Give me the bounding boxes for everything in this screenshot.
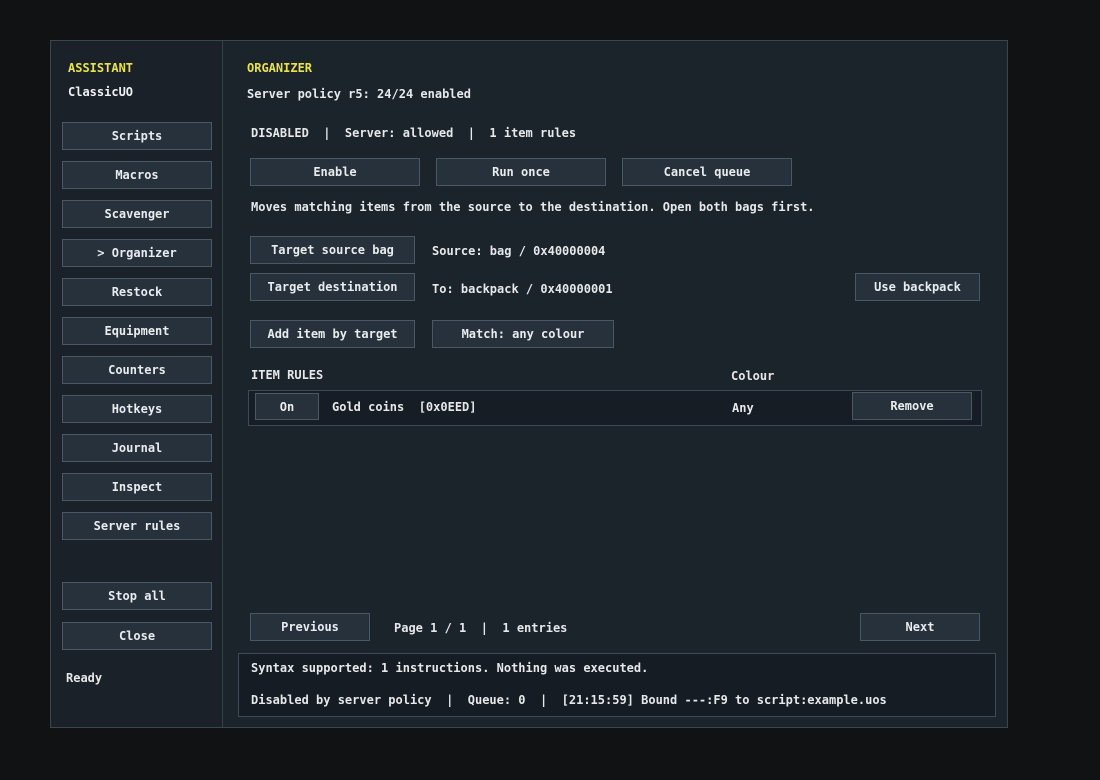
organizer-description: Moves matching items from the source to … [251,200,815,214]
cancel-queue-button[interactable]: Cancel queue [622,158,792,186]
sidebar-item-equipment[interactable]: Equipment [62,317,212,345]
source-bag-text: Source: bag / 0x40000004 [432,244,606,258]
sidebar-item-organizer[interactable]: > Organizer [62,239,212,267]
app-subtitle: ClassicUO [68,85,134,99]
page-info: Page 1 / 1 | 1 entries [394,621,568,635]
assistant-window: ASSISTANT ClassicUO Scripts Macros Scave… [50,40,1008,728]
add-item-by-target-button[interactable]: Add item by target [250,320,415,348]
target-destination-button[interactable]: Target destination [250,273,415,301]
remove-rule-button[interactable]: Remove [852,392,972,420]
sidebar-item-scavenger[interactable]: Scavenger [62,200,212,228]
organizer-status-line: DISABLED | Server: allowed | 1 item rule… [251,126,577,140]
sidebar-item-restock[interactable]: Restock [62,278,212,306]
sidebar-item-journal[interactable]: Journal [62,434,212,462]
log-line-1: Syntax supported: 1 instructions. Nothin… [251,661,649,675]
stop-all-button[interactable]: Stop all [62,582,212,610]
sidebar-item-hotkeys[interactable]: Hotkeys [62,395,212,423]
previous-page-button[interactable]: Previous [250,613,370,641]
next-page-button[interactable]: Next [860,613,980,641]
use-backpack-button[interactable]: Use backpack [855,273,980,301]
sidebar-item-scripts[interactable]: Scripts [62,122,212,150]
rule-colour: Any [732,401,754,415]
target-source-bag-button[interactable]: Target source bag [250,236,415,264]
close-button[interactable]: Close [62,622,212,650]
enable-button[interactable]: Enable [250,158,420,186]
sidebar-item-server-rules[interactable]: Server rules [62,512,212,540]
page-title: ORGANIZER [247,61,313,75]
sidebar-status: Ready [66,671,103,685]
server-policy-text: Server policy r5: 24/24 enabled [247,87,471,101]
rule-toggle-button[interactable]: On [255,393,319,420]
sidebar: ASSISTANT ClassicUO Scripts Macros Scave… [51,41,223,727]
log-panel: Syntax supported: 1 instructions. Nothin… [238,653,996,717]
match-colour-button[interactable]: Match: any colour [432,320,614,348]
app-title: ASSISTANT [68,61,134,75]
destination-bag-text: To: backpack / 0x40000001 [432,282,613,296]
log-line-2: Disabled by server policy | Queue: 0 | [… [251,693,887,707]
run-once-button[interactable]: Run once [436,158,606,186]
organizer-panel: ORGANIZER Server policy r5: 24/24 enable… [224,41,1007,727]
sidebar-item-macros[interactable]: Macros [62,161,212,189]
item-rules-heading: ITEM RULES [251,368,324,382]
colour-column-heading: Colour [731,369,775,383]
item-rules-table: On Gold coins [0x0EED] Any Remove [248,390,982,426]
sidebar-item-inspect[interactable]: Inspect [62,473,212,501]
rule-item-name: Gold coins [0x0EED] [332,400,477,414]
sidebar-item-counters[interactable]: Counters [62,356,212,384]
